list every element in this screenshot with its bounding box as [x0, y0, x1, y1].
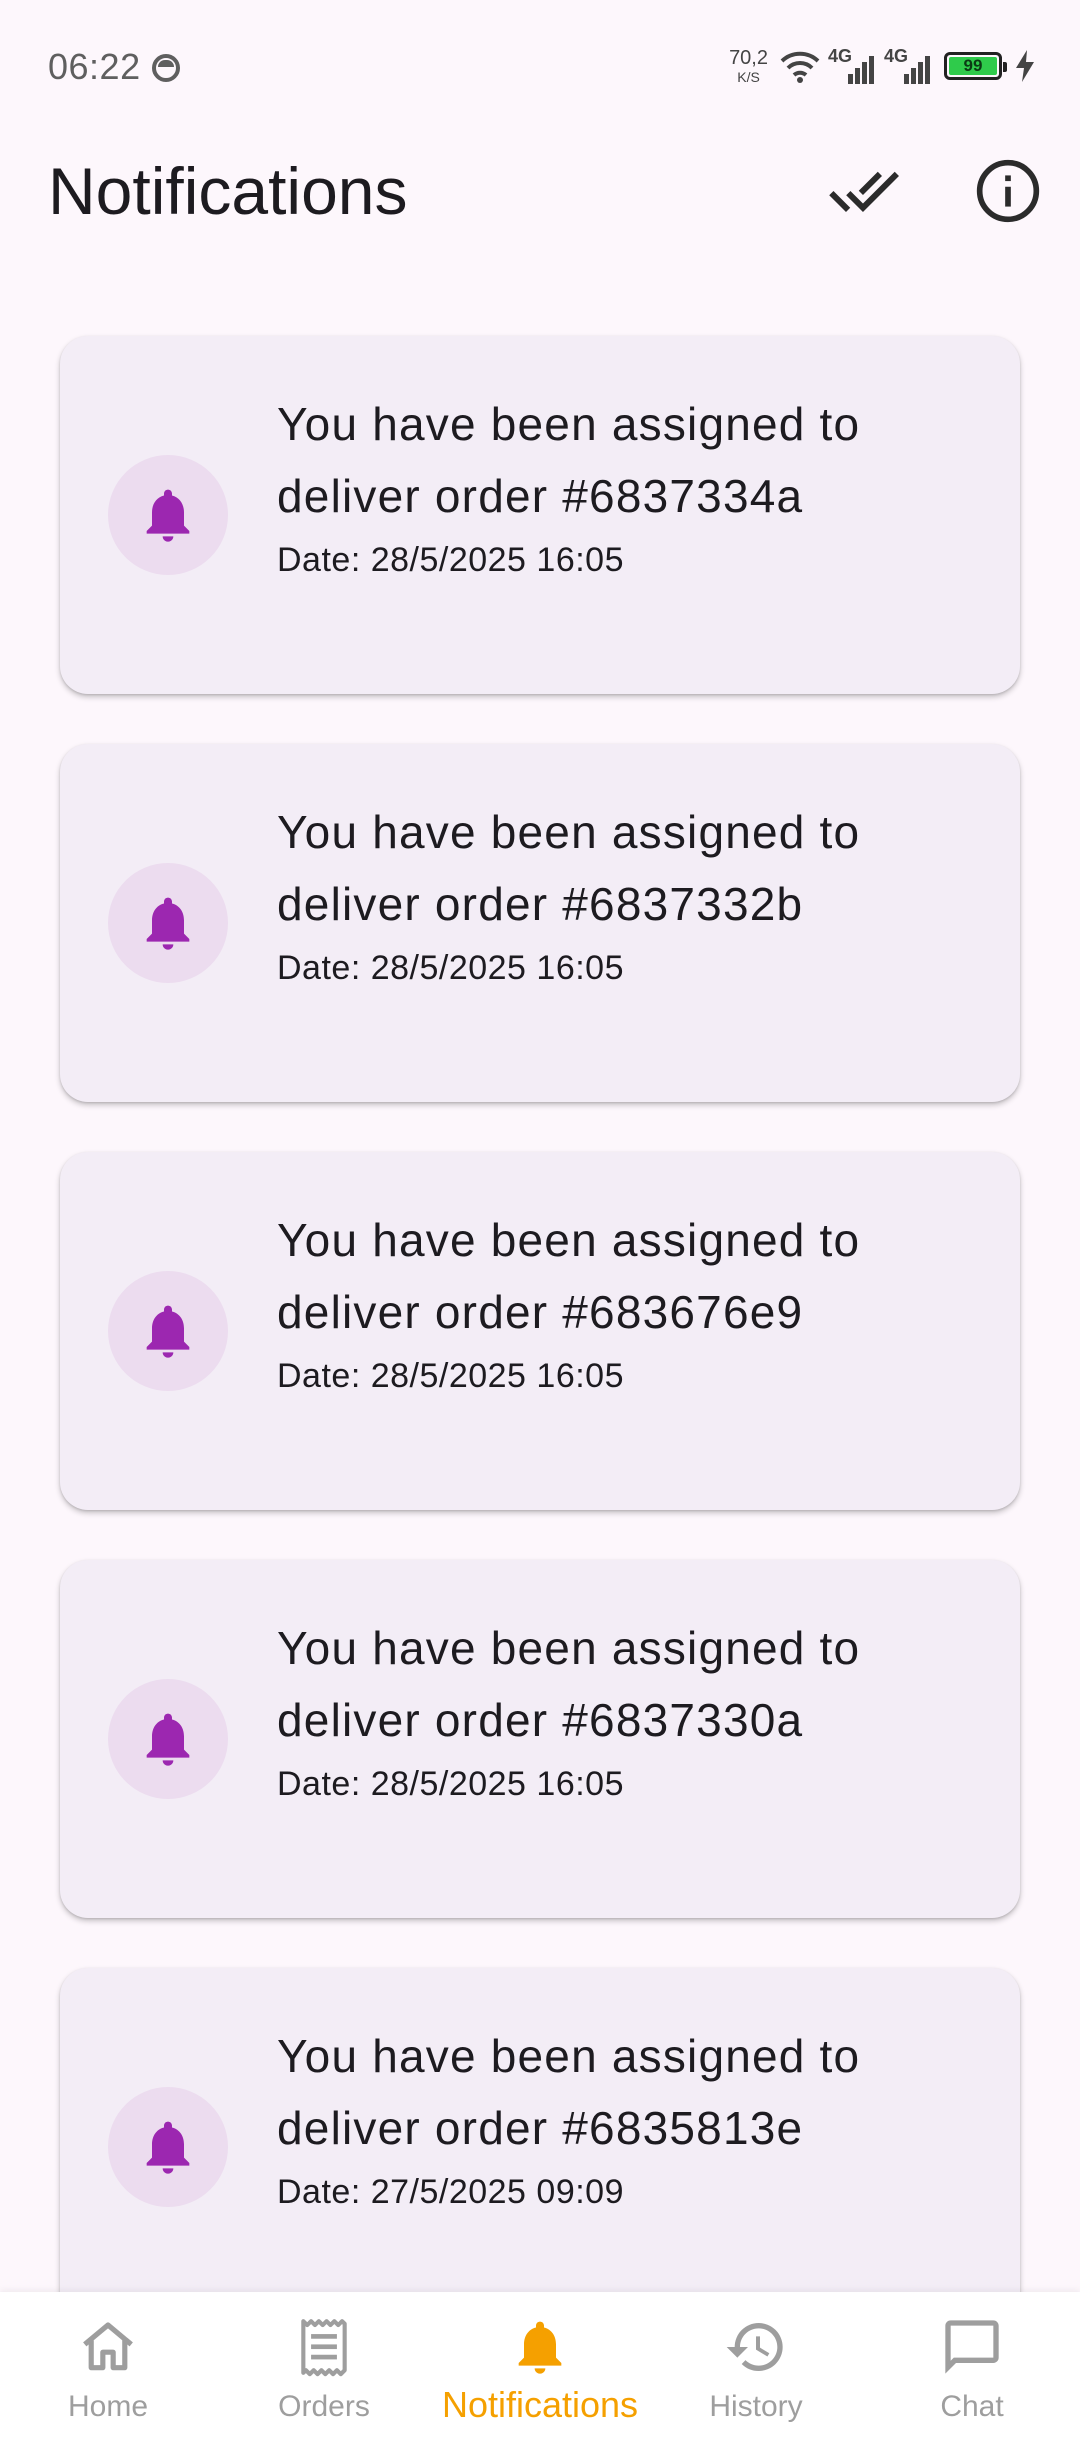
mark-all-read-button[interactable]	[828, 155, 900, 227]
bell-icon	[146, 897, 190, 950]
bell-icon	[146, 2121, 190, 2174]
notification-avatar	[108, 2087, 228, 2207]
status-bar: 06:22 70,2 K/S 4G 4G 99	[0, 0, 1080, 135]
bell-icon	[146, 489, 190, 542]
battery-icon: 99	[944, 52, 1007, 80]
notification-date: Date: 28/5/2025 16:05	[277, 1765, 624, 1803]
app-bar: Notifications	[0, 135, 1080, 245]
info-button[interactable]	[972, 155, 1044, 227]
nav-item-chat[interactable]: Chat	[864, 2292, 1080, 2460]
history-icon	[726, 2323, 783, 2371]
net-speed-unit: K/S	[737, 69, 760, 85]
nav-item-home[interactable]: Home	[0, 2292, 216, 2460]
bell-icon	[146, 1305, 190, 1358]
chat-icon	[945, 2320, 999, 2374]
nav-item-orders[interactable]: Orders	[216, 2292, 432, 2460]
notification-avatar	[108, 863, 228, 983]
notification-date: Date: 28/5/2025 16:05	[277, 541, 624, 579]
bottom-nav: Home Orders Notifications History Chat	[0, 2292, 1080, 2460]
wifi-icon	[780, 51, 820, 83]
notification-title: You have been assigned to deliver order …	[277, 1622, 861, 1746]
bell-icon	[518, 2321, 562, 2374]
net-speed-value: 70,2	[729, 47, 768, 69]
notification-card[interactable]: You have been assigned to deliver order …	[60, 1968, 1020, 2326]
home-icon	[83, 2322, 133, 2371]
charging-icon	[1016, 50, 1034, 82]
nav-label-chat: Chat	[940, 2390, 1004, 2423]
bell-icon	[146, 1713, 190, 1766]
info-icon	[976, 159, 1040, 223]
done-all-icon	[829, 171, 899, 212]
nav-label-orders: Orders	[278, 2390, 370, 2423]
notification-face-icon	[152, 54, 180, 82]
notification-card[interactable]: You have been assigned to deliver order …	[60, 1152, 1020, 1510]
status-time: 06:22	[48, 46, 141, 87]
notification-date: Date: 28/5/2025 16:05	[277, 949, 624, 987]
notification-avatar	[108, 455, 228, 575]
notification-card[interactable]: You have been assigned to deliver order …	[60, 744, 1020, 1102]
network-type-2: 4G	[884, 46, 909, 66]
notification-avatar	[108, 1679, 228, 1799]
receipt-icon	[301, 2319, 347, 2377]
net-speed: 70,2 K/S	[729, 48, 768, 84]
network-type-1: 4G	[828, 46, 853, 66]
nav-item-notifications[interactable]: Notifications	[432, 2292, 648, 2460]
signal-1-icon: 4G	[828, 46, 876, 84]
page-title: Notifications	[48, 154, 408, 228]
signal-2-icon: 4G	[884, 46, 932, 84]
notification-title: You have been assigned to deliver order …	[277, 1214, 861, 1338]
nav-item-history[interactable]: History	[648, 2292, 864, 2460]
notification-date: Date: 28/5/2025 16:05	[277, 1357, 624, 1395]
notification-title: You have been assigned to deliver order …	[277, 2030, 861, 2154]
nav-label-history: History	[709, 2390, 803, 2423]
nav-label-notifications: Notifications	[441, 2384, 639, 2425]
notification-card[interactable]: You have been assigned to deliver order …	[60, 1560, 1020, 1918]
notification-avatar	[108, 1271, 228, 1391]
status-icons: 70,2 K/S 4G 4G 99	[729, 44, 1036, 88]
nav-label-home: Home	[67, 2390, 149, 2423]
notification-title: You have been assigned to deliver order …	[277, 806, 861, 930]
notification-title: You have been assigned to deliver order …	[277, 398, 861, 522]
battery-level: 99	[949, 56, 997, 75]
notification-date: Date: 27/5/2025 09:09	[277, 2173, 624, 2211]
notification-card[interactable]: You have been assigned to deliver order …	[60, 336, 1020, 694]
